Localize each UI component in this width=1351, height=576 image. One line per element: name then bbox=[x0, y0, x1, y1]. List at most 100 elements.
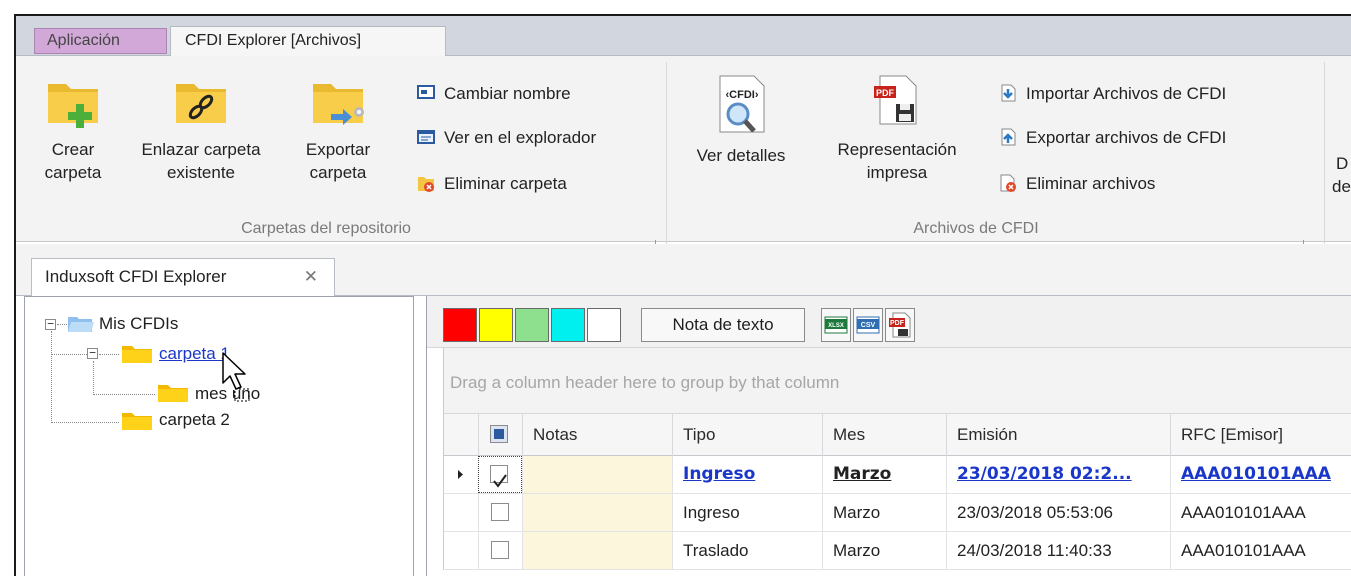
folder-export-icon bbox=[313, 84, 364, 125]
cell-emision[interactable]: 24/03/2018 11:40:33 bbox=[946, 532, 1170, 569]
group-label-archivos: Archivos de CFDI bbox=[913, 220, 1039, 237]
tree-node-root[interactable]: Mis CFDIs bbox=[99, 313, 178, 335]
eliminar-archivos-button[interactable]: Eliminar archivos bbox=[998, 172, 1155, 196]
cell-notas[interactable] bbox=[522, 456, 672, 493]
enlazar-carpeta-button[interactable]: Enlazar carpeta existente bbox=[128, 74, 274, 184]
folder-icon bbox=[122, 413, 152, 430]
cell-tipo[interactable]: Traslado bbox=[672, 532, 822, 569]
tree-node-carpeta-2[interactable]: carpeta 2 bbox=[159, 409, 230, 431]
column-header-notas[interactable]: Notas bbox=[522, 414, 672, 456]
cell-notas[interactable] bbox=[522, 494, 672, 531]
delete-files-icon bbox=[1000, 174, 1016, 192]
column-header-select-all[interactable] bbox=[478, 414, 522, 456]
row-checkbox[interactable] bbox=[491, 541, 509, 559]
exportar-archivos-button[interactable]: Exportar archivos de CFDI bbox=[998, 126, 1226, 150]
representacion-impresa-button[interactable]: PDF Representación impresa bbox=[816, 74, 978, 184]
doc-tab-label: Induxsoft CFDI Explorer bbox=[45, 267, 227, 286]
partial-ribbon-button[interactable]: D de bbox=[1332, 152, 1351, 198]
cell-emision[interactable]: 23/03/2018 02:2... bbox=[946, 456, 1170, 493]
group-by-panel[interactable]: Drag a column header here to group by th… bbox=[443, 348, 1351, 414]
explorer-icon bbox=[417, 130, 435, 144]
row-select-cell[interactable] bbox=[478, 494, 522, 531]
cell-notas[interactable] bbox=[522, 532, 672, 569]
xlsx-icon: XLSX bbox=[824, 316, 848, 334]
pdf-small-badge: PDF bbox=[890, 320, 905, 327]
cfdi-details-icon: ‹CFDI› bbox=[719, 75, 765, 133]
importar-archivos-label: Importar Archivos de CFDI bbox=[1026, 84, 1227, 103]
csv-badge: CSV bbox=[861, 322, 876, 329]
table-row[interactable]: Ingreso Marzo 23/03/2018 02:2... AAA0101… bbox=[443, 456, 1351, 494]
close-icon[interactable]: ✕ bbox=[304, 259, 318, 295]
ver-en-explorador-button[interactable]: Ver en el explorador bbox=[416, 126, 596, 150]
tree-node-link[interactable]: carpeta 1 bbox=[159, 344, 230, 363]
column-header-tipo[interactable]: Tipo bbox=[672, 414, 822, 456]
tree-node-carpeta-1[interactable]: carpeta 1 bbox=[159, 343, 230, 365]
export-xlsx-button[interactable]: XLSX bbox=[821, 308, 851, 342]
cell-rfc-emisor[interactable]: AAA010101AAA bbox=[1170, 456, 1351, 493]
representacion-label-2: impresa bbox=[866, 163, 928, 182]
cell-tipo[interactable]: Ingreso bbox=[672, 456, 822, 493]
cell-rfc-emisor[interactable]: AAA010101AAA bbox=[1170, 532, 1351, 569]
color-yellow-button[interactable] bbox=[479, 308, 513, 342]
folder-add-icon bbox=[48, 84, 98, 128]
table-row[interactable]: Ingreso Marzo 23/03/2018 05:53:06 AAA010… bbox=[443, 494, 1351, 532]
exportar-carpeta-button[interactable]: Exportar carpeta bbox=[288, 74, 388, 184]
collapse-icon[interactable]: − bbox=[45, 318, 56, 330]
import-icon bbox=[1001, 84, 1016, 102]
pdf-print-icon: PDF bbox=[874, 75, 917, 125]
color-white-button[interactable] bbox=[587, 308, 621, 342]
ver-detalles-label: Ver detalles bbox=[696, 146, 786, 165]
export-pdf-button[interactable]: PDF bbox=[885, 308, 915, 342]
xlsx-badge: XLSX bbox=[828, 323, 844, 329]
importar-archivos-button[interactable]: Importar Archivos de CFDI bbox=[998, 82, 1226, 106]
crear-carpeta-label-1: Crear bbox=[51, 140, 95, 159]
color-red-button[interactable] bbox=[443, 308, 477, 342]
color-green-button[interactable] bbox=[515, 308, 549, 342]
tab-cfdi-explorer-archivos[interactable]: CFDI Explorer [Archivos] bbox=[170, 26, 446, 57]
collapse-icon[interactable]: − bbox=[87, 347, 98, 359]
row-pointer-icon bbox=[458, 470, 463, 479]
row-select-cell[interactable] bbox=[478, 456, 522, 493]
eliminar-carpeta-label: Eliminar carpeta bbox=[444, 174, 567, 193]
grid-header: Notas Tipo Mes Emisión RFC [Emisor] bbox=[443, 414, 1351, 456]
row-checkbox[interactable] bbox=[490, 465, 508, 488]
partial-label-1: D bbox=[1336, 154, 1349, 173]
eliminar-carpeta-button[interactable]: Eliminar carpeta bbox=[416, 172, 567, 196]
tab-aplicacion[interactable]: Aplicación bbox=[34, 28, 167, 54]
tree-line bbox=[99, 354, 119, 355]
column-header-rfc-emisor[interactable]: RFC [Emisor] bbox=[1170, 414, 1351, 456]
grid-toolbar: Nota de texto XLSX CSV PDF bbox=[427, 296, 1351, 348]
exportar-archivos-label: Exportar archivos de CFDI bbox=[1026, 128, 1227, 147]
row-select-cell[interactable] bbox=[478, 532, 522, 569]
cell-tipo[interactable]: Ingreso bbox=[672, 494, 822, 531]
ver-en-explorador-label: Ver en el explorador bbox=[444, 128, 597, 147]
cell-mes[interactable]: Marzo bbox=[822, 532, 946, 569]
rename-icon bbox=[417, 85, 435, 99]
cambiar-nombre-button[interactable]: Cambiar nombre bbox=[416, 82, 571, 106]
folder-open-icon bbox=[68, 317, 94, 332]
cfdi-badge: ‹CFDI› bbox=[726, 89, 759, 101]
cell-mes[interactable]: Marzo bbox=[822, 456, 946, 493]
nota-de-texto-button[interactable]: Nota de texto bbox=[641, 308, 805, 342]
row-checkbox[interactable] bbox=[491, 503, 509, 521]
ver-detalles-button[interactable]: ‹CFDI› Ver detalles bbox=[682, 74, 800, 167]
cell-mes[interactable]: Marzo bbox=[822, 494, 946, 531]
column-header-mes[interactable]: Mes bbox=[822, 414, 946, 456]
select-all-checkbox[interactable] bbox=[490, 425, 508, 443]
tree-line bbox=[51, 354, 87, 355]
tree-line bbox=[51, 422, 119, 423]
crear-carpeta-button[interactable]: Crear carpeta bbox=[28, 74, 118, 184]
cell-emision[interactable]: 23/03/2018 05:53:06 bbox=[946, 494, 1170, 531]
cell-rfc-emisor[interactable]: AAA010101AAA bbox=[1170, 494, 1351, 531]
color-cyan-button[interactable] bbox=[551, 308, 585, 342]
tab-induxsoft-cfdi-explorer[interactable]: Induxsoft CFDI Explorer ✕ bbox=[31, 258, 335, 297]
csv-icon: CSV bbox=[856, 316, 880, 334]
table-row[interactable]: Traslado Marzo 24/03/2018 11:40:33 AAA01… bbox=[443, 532, 1351, 570]
column-header-emision[interactable]: Emisión bbox=[946, 414, 1170, 456]
cfdi-grid-panel: Nota de texto XLSX CSV PDF Drag a column… bbox=[426, 296, 1351, 576]
export-csv-button[interactable]: CSV bbox=[853, 308, 883, 342]
tree-line bbox=[93, 394, 155, 395]
row-indicator bbox=[444, 456, 474, 493]
folder-tree: − Mis CFDIs − carpeta 1 mes uno carpeta … bbox=[24, 296, 414, 576]
eliminar-archivos-label: Eliminar archivos bbox=[1026, 174, 1156, 193]
